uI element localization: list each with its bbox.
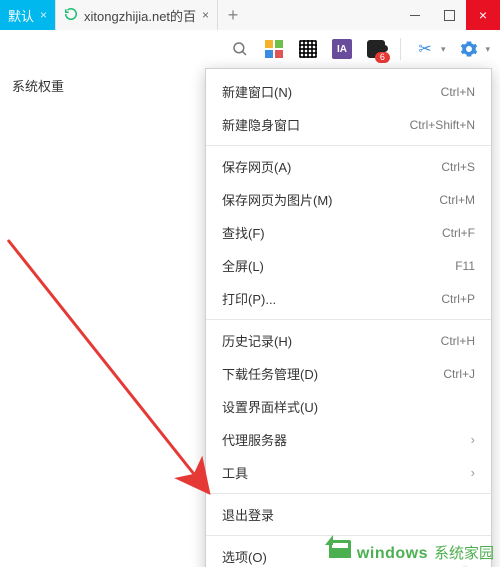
menu-item-label: 保存网页(A): [222, 157, 291, 176]
menu-item-label: 下载任务管理(D): [222, 364, 318, 383]
notification-badge: 6: [375, 52, 390, 63]
menu-item-label: 打印(P)...: [222, 289, 276, 308]
plus-icon: +: [228, 5, 239, 26]
qrcode-icon[interactable]: [298, 39, 318, 59]
tab-inactive[interactable]: xitongzhijia.net的百 ×: [56, 0, 218, 30]
chevron-right-icon: ›: [471, 432, 475, 447]
menu-item-label: 全屏(L): [222, 256, 264, 275]
watermark-brand: windows: [357, 545, 428, 563]
menu-item-label: 保存网页为图片(M): [222, 190, 333, 209]
refresh-icon: [64, 7, 78, 24]
menu-item[interactable]: 设置界面样式(U): [206, 390, 491, 423]
close-icon: ×: [479, 7, 487, 23]
menu-item[interactable]: 保存网页(A) Ctrl+S: [206, 150, 491, 183]
house-icon: [329, 540, 351, 558]
menu-item[interactable]: 历史记录(H) Ctrl+H: [206, 324, 491, 357]
menu-item[interactable]: 查找(F) Ctrl+F: [206, 216, 491, 249]
menu-item-shortcut: Ctrl+M: [439, 193, 475, 207]
menu-item-shortcut: Ctrl+F: [442, 226, 475, 240]
watermark: windows 系统家园 www.nuitu.com: [329, 540, 494, 563]
window-close-button[interactable]: ×: [466, 0, 500, 30]
toolbar-separator: [400, 38, 401, 60]
close-icon[interactable]: ×: [202, 8, 209, 22]
menu-item-label: 工具: [222, 463, 248, 482]
search-icon[interactable]: [230, 39, 250, 59]
menu-item[interactable]: 保存网页为图片(M) Ctrl+M: [206, 183, 491, 216]
extensions-icon[interactable]: 6: [366, 39, 386, 59]
menu-item-label: 选项(O): [222, 547, 267, 566]
settings-menu: 新建窗口(N) Ctrl+N 新建隐身窗口 Ctrl+Shift+N 保存网页(A) Ct…: [205, 68, 492, 567]
chevron-right-icon: ›: [471, 465, 475, 480]
new-tab-button[interactable]: +: [218, 0, 248, 30]
menu-item[interactable]: 代理服务器 ›: [206, 423, 491, 456]
menu-item-label: 历史记录(H): [222, 331, 292, 350]
menu-item-label: 新建窗口(N): [222, 82, 292, 101]
gear-icon[interactable]: [459, 39, 479, 59]
menu-item-shortcut: Ctrl+Shift+N: [410, 118, 475, 132]
menu-item[interactable]: 打印(P)... Ctrl+P: [206, 282, 491, 315]
close-icon[interactable]: ×: [40, 8, 47, 22]
ia-icon[interactable]: IA: [332, 39, 352, 59]
menu-item-shortcut: Ctrl+P: [441, 292, 475, 306]
menu-item-shortcut: Ctrl+S: [441, 160, 475, 174]
watermark-suffix: 系统家园: [434, 542, 494, 563]
maximize-button[interactable]: [432, 0, 466, 30]
menu-item[interactable]: 工具 ›: [206, 456, 491, 489]
menu-item-shortcut: Ctrl+H: [441, 334, 475, 348]
browser-window: 默认 × xitongzhijia.net的百 × + × IA: [0, 0, 500, 567]
apps-icon[interactable]: [264, 39, 284, 59]
menu-item-label: 新建隐身窗口: [222, 115, 300, 134]
menu-item-label: 代理服务器: [222, 430, 287, 449]
chevron-down-icon[interactable]: ▾: [441, 44, 446, 55]
minimize-button[interactable]: [398, 0, 432, 30]
menu-item-shortcut: Ctrl+N: [441, 85, 475, 99]
scissors-icon[interactable]: ✂: [415, 39, 435, 59]
chevron-down-icon[interactable]: ▾: [485, 44, 490, 55]
window-controls: ×: [398, 0, 500, 30]
tab-active-label: 默认: [8, 6, 34, 25]
menu-item[interactable]: 全屏(L) F11: [206, 249, 491, 282]
menu-item-label: 设置界面样式(U): [222, 397, 318, 416]
menu-item[interactable]: 新建窗口(N) Ctrl+N: [206, 75, 491, 108]
menu-item[interactable]: 退出登录: [206, 498, 491, 531]
tab-inactive-label: xitongzhijia.net的百: [84, 6, 196, 25]
menu-item-shortcut: F11: [455, 259, 475, 273]
tab-active[interactable]: 默认 ×: [0, 0, 56, 30]
tab-bar: 默认 × xitongzhijia.net的百 × + ×: [0, 0, 500, 30]
menu-item-shortcut: Ctrl+J: [443, 367, 475, 381]
toolbar: IA 6 ✂ ▾ ▾: [0, 30, 500, 69]
menu-item[interactable]: 下载任务管理(D) Ctrl+J: [206, 357, 491, 390]
menu-item[interactable]: 新建隐身窗口 Ctrl+Shift+N: [206, 108, 491, 141]
menu-item-label: 退出登录: [222, 505, 274, 524]
menu-item-label: 查找(F): [222, 223, 265, 242]
